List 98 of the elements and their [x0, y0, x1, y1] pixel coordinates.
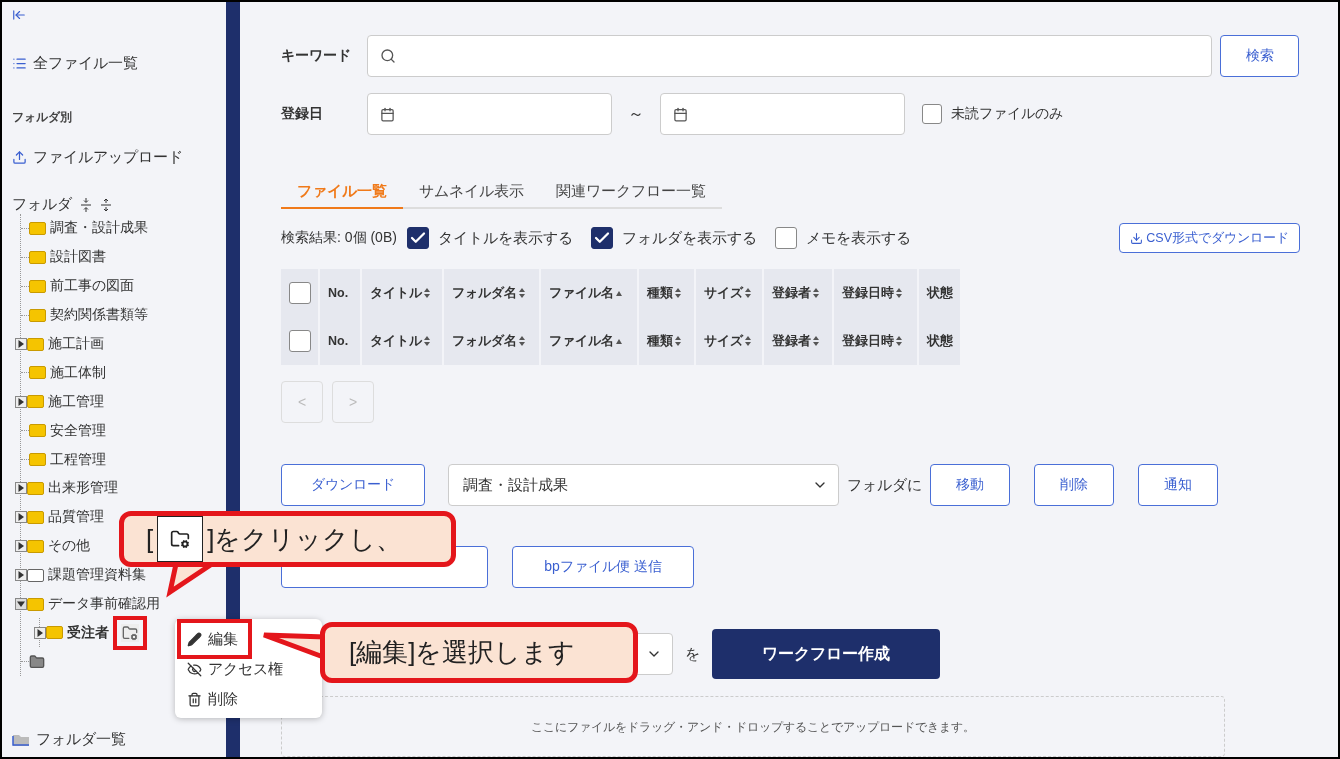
tree-item[interactable]: 施工計画: [48, 335, 104, 353]
tree-item[interactable]: 設計図書: [50, 248, 106, 267]
sort-ascending-icon[interactable]: [616, 290, 622, 296]
tree-item[interactable]: 出来形管理: [48, 479, 118, 498]
tree-item[interactable]: 施工体制: [50, 363, 106, 382]
upload-icon: [12, 150, 27, 165]
tab[interactable]: 関連ワークフロー一覧: [540, 182, 722, 209]
tree-item[interactable]: 工程管理: [50, 450, 106, 469]
tree-item[interactable]: 安全管理: [50, 421, 106, 440]
menu-item[interactable]: アクセス権: [185, 657, 289, 681]
expand-toggle-icon[interactable]: [15, 482, 27, 495]
tree-item[interactable]: 調査・設計成果: [50, 219, 148, 238]
add-folder-icon: [29, 653, 45, 670]
callout-text: [: [146, 523, 154, 555]
checkbox-label: 未読ファイルのみ: [951, 105, 1063, 123]
sort-icon[interactable]: [424, 336, 430, 346]
sort-icon[interactable]: [675, 288, 681, 298]
csv-download-button[interactable]: CSV形式でダウンロード: [1119, 223, 1300, 253]
range-separator: ～: [628, 103, 644, 124]
checkbox[interactable]: [922, 104, 942, 124]
list-icon: [12, 56, 27, 71]
column-header[interactable]: 種類: [647, 332, 673, 350]
tree-item[interactable]: 受注者: [67, 623, 109, 642]
folder-settings-button[interactable]: [121, 623, 139, 642]
sort-icon[interactable]: [813, 288, 819, 298]
tree-item[interactable]: 契約関係書類等: [50, 306, 148, 325]
keyword-label: キーワード: [281, 47, 352, 65]
expand-all-icon: [100, 197, 112, 212]
tree-item[interactable]: 課題管理資料集: [48, 566, 146, 585]
sort-icon[interactable]: [896, 288, 902, 298]
tree-item[interactable]: その他: [48, 537, 90, 556]
collapse-toggle-icon[interactable]: [15, 598, 27, 610]
tree-item[interactable]: 前工事の図面: [50, 277, 134, 296]
callout-text: ]をクリックし、: [207, 522, 403, 556]
keyword-field[interactable]: [367, 35, 1212, 77]
checkbox-label: タイトルを表示する: [437, 228, 573, 248]
create-workflow-button[interactable]: ワークフロー作成: [712, 629, 940, 679]
send-button[interactable]: bpファイル便 送信: [512, 546, 694, 588]
expand-toggle-icon[interactable]: [15, 540, 27, 553]
checkbox[interactable]: [774, 227, 797, 249]
search-button[interactable]: 検索: [1220, 35, 1299, 77]
folder-icon: [12, 733, 30, 746]
column-header[interactable]: No.: [328, 334, 349, 348]
action-button[interactable]: 通知: [1138, 464, 1218, 506]
checkbox-label: フォルダを表示する: [621, 228, 757, 248]
download-icon: [1130, 231, 1144, 245]
folder-heading: フォルダ: [12, 195, 72, 214]
sort-icon[interactable]: [519, 336, 525, 346]
callout-text: [編集]を選択します: [349, 636, 576, 669]
column-header[interactable]: No.: [328, 286, 349, 300]
action-button[interactable]: 削除: [1034, 464, 1114, 506]
sort-icon[interactable]: [519, 288, 525, 298]
section-label: フォルダ別: [12, 109, 73, 126]
collapse-icon: [12, 8, 26, 22]
workflow-suffix: を: [685, 644, 700, 664]
result-count: 検索結果: 0個 (0B): [281, 229, 397, 247]
sort-ascending-icon[interactable]: [616, 338, 622, 344]
file-upload-link[interactable]: ファイルアップロード: [12, 148, 226, 167]
sort-icon[interactable]: [424, 288, 430, 298]
folder-select[interactable]: 調査・設計成果: [448, 464, 839, 506]
tree-item[interactable]: 品質管理: [48, 508, 104, 527]
sort-icon[interactable]: [813, 336, 819, 346]
expand-toggle-icon[interactable]: [15, 395, 27, 408]
collapse-all-icon: [80, 197, 92, 212]
date-to-field[interactable]: [660, 93, 905, 135]
expand-toggle-icon[interactable]: [34, 626, 46, 639]
folder-settings-icon: [157, 516, 204, 562]
sort-icon[interactable]: [675, 336, 681, 346]
checkbox[interactable]: [590, 227, 613, 249]
calendar-icon: [380, 106, 395, 122]
checkbox-label: メモを表示する: [805, 228, 911, 248]
checkbox[interactable]: [406, 227, 429, 249]
eye-off-icon: [187, 661, 202, 677]
folder-list-link[interactable]: フォルダ一覧: [12, 730, 226, 749]
expand-toggle-icon[interactable]: [15, 511, 27, 524]
trash-icon: [187, 691, 202, 707]
expand-toggle-icon[interactable]: [15, 338, 27, 350]
checkbox[interactable]: [289, 330, 311, 352]
date-from-field[interactable]: [367, 93, 612, 135]
sort-icon[interactable]: [745, 288, 751, 298]
download-button[interactable]: ダウンロード: [281, 464, 425, 506]
pencil-icon: [187, 631, 202, 647]
action-button[interactable]: 移動: [930, 464, 1010, 506]
checkbox[interactable]: [289, 282, 311, 304]
search-icon: [380, 48, 396, 64]
tab[interactable]: サムネイル表示: [403, 182, 540, 209]
expand-toggle-icon[interactable]: [15, 569, 27, 582]
sort-icon[interactable]: [896, 336, 902, 346]
tree-item[interactable]: 施工管理: [48, 392, 104, 411]
menu-item[interactable]: 編集: [185, 627, 244, 651]
folder-suffix: フォルダに: [847, 475, 922, 495]
menu-item[interactable]: 削除: [185, 687, 244, 711]
column-header[interactable]: 種類: [647, 284, 673, 302]
date-label: 登録日: [281, 105, 324, 123]
tree-item[interactable]: データ事前確認用: [48, 595, 160, 613]
sort-icon[interactable]: [745, 336, 751, 346]
calendar-icon: [673, 106, 688, 122]
all-files-link[interactable]: 全ファイル一覧: [12, 54, 226, 73]
